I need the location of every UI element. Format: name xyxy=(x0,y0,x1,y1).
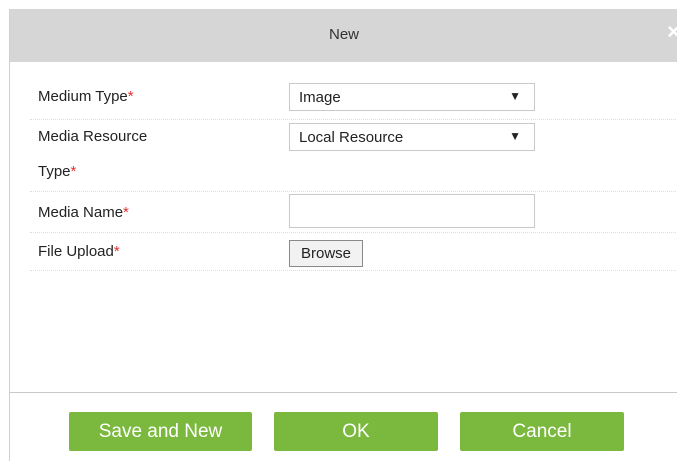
save-and-new-button[interactable]: Save and New xyxy=(69,412,252,451)
media-resource-type-select[interactable]: Local Resource ▼ xyxy=(289,123,535,151)
file-upload-label: File Upload* xyxy=(38,243,120,260)
dropdown-arrow-icon: ▼ xyxy=(509,89,521,103)
close-icon[interactable]: × xyxy=(667,21,677,43)
ok-button[interactable]: OK xyxy=(274,412,438,451)
media-resource-type-row: Media Resource Type* Local Resource ▼ xyxy=(30,119,677,192)
required-mark: * xyxy=(113,243,120,260)
medium-type-row: Medium Type* Image ▼ xyxy=(30,77,677,120)
footer-divider xyxy=(10,392,677,393)
media-resource-type-label-line2: Type* xyxy=(38,163,77,180)
media-name-input[interactable] xyxy=(289,194,535,228)
required-mark: * xyxy=(127,88,134,105)
cancel-button[interactable]: Cancel xyxy=(460,412,624,451)
dropdown-arrow-icon: ▼ xyxy=(509,129,521,143)
required-mark: * xyxy=(70,163,77,180)
browse-button[interactable]: Browse xyxy=(289,240,363,267)
media-resource-type-label-line1: Media Resource xyxy=(38,128,148,145)
new-dialog: New × Medium Type* Image ▼ Media Resourc… xyxy=(9,9,677,461)
dialog-title: New xyxy=(328,26,359,43)
medium-type-select[interactable]: Image ▼ xyxy=(289,83,535,111)
media-name-label: Media Name* xyxy=(38,204,129,221)
media-resource-type-value: Local Resource xyxy=(299,129,404,146)
medium-type-value: Image xyxy=(299,89,341,106)
required-mark: * xyxy=(123,204,129,221)
dialog-title-bar: New × xyxy=(10,9,677,62)
file-upload-row: File Upload* Browse xyxy=(30,232,677,271)
medium-type-label: Medium Type* xyxy=(38,88,134,105)
media-name-row: Media Name* xyxy=(30,191,677,233)
